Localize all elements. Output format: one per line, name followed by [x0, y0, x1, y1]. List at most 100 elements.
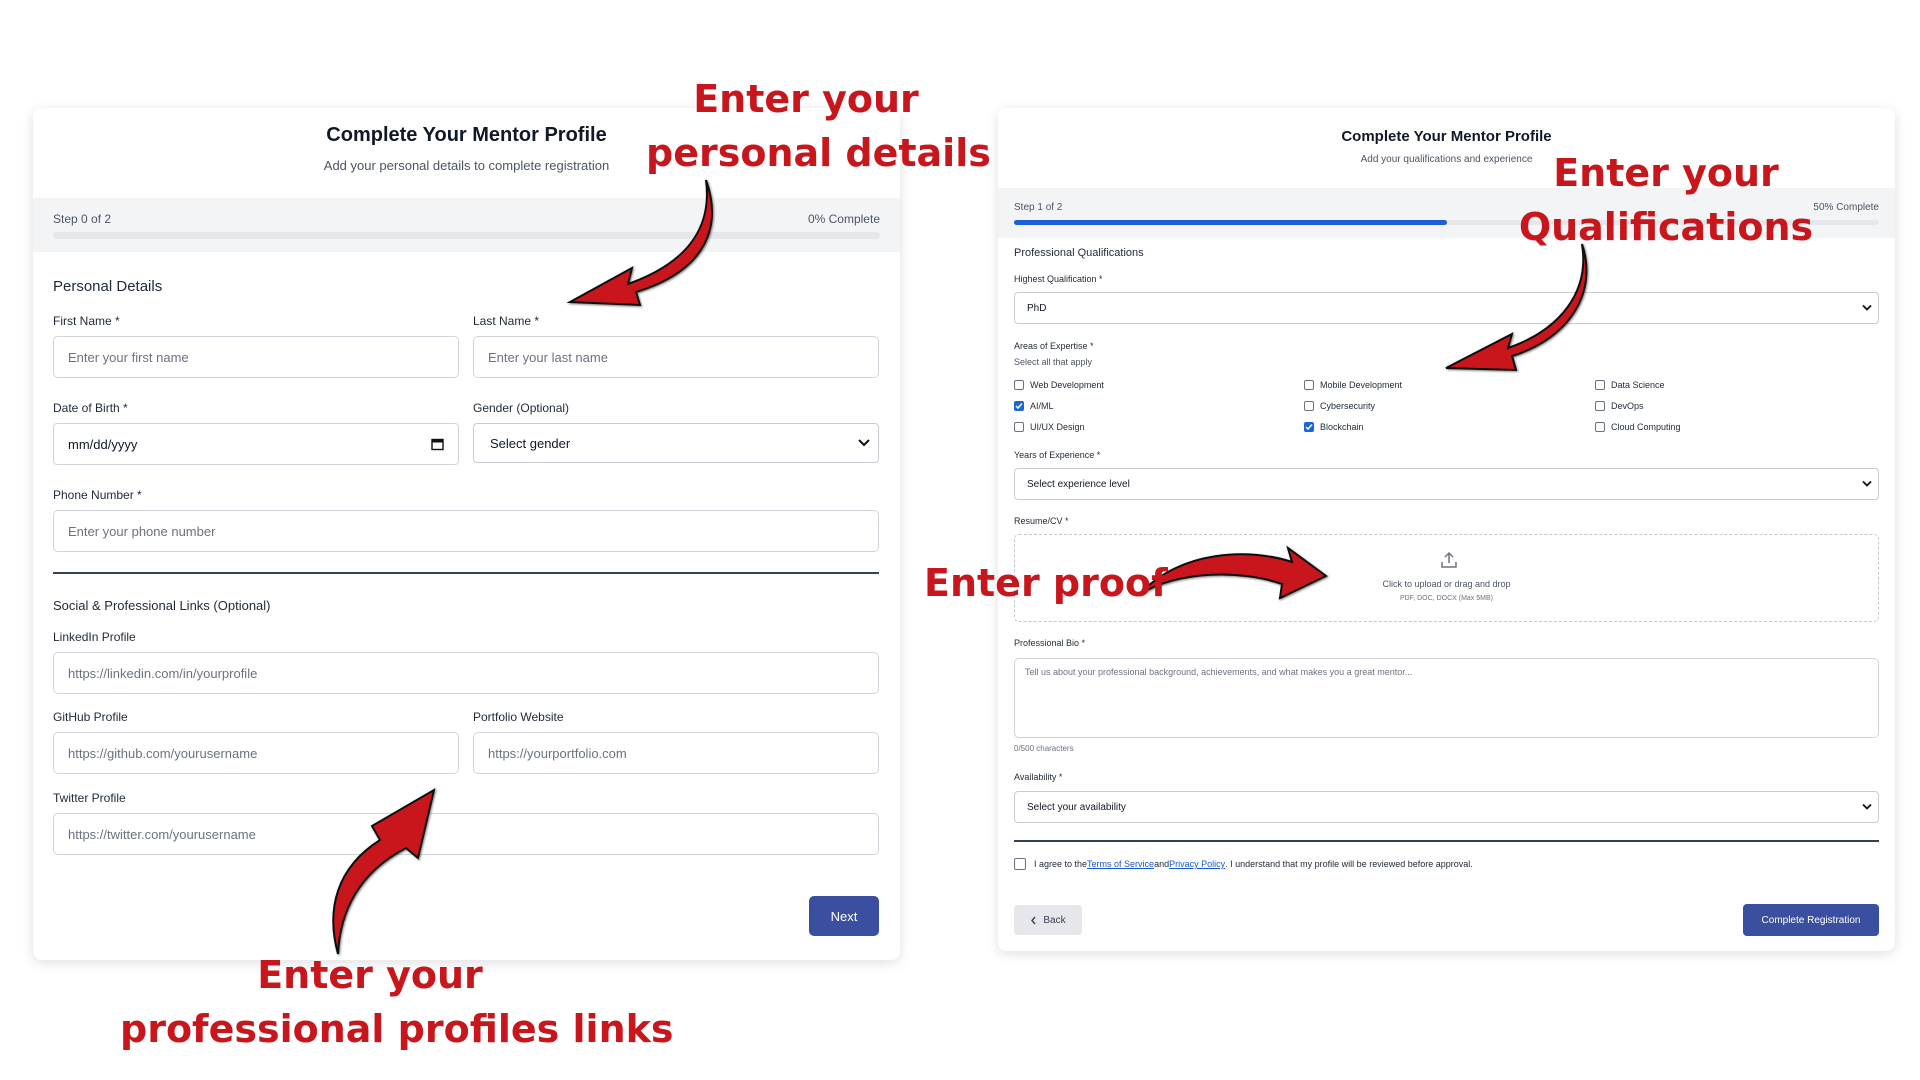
calendar-icon[interactable]: [431, 438, 444, 451]
portfolio-label: Portfolio Website: [473, 710, 564, 724]
terms-of-service-link[interactable]: Terms of Service: [1087, 859, 1154, 869]
dob-value: mm/dd/yyyy: [68, 436, 138, 452]
last-name-label: Last Name *: [473, 314, 540, 328]
expertise-option[interactable]: Web Development: [1014, 380, 1104, 390]
github-label: GitHub Profile: [53, 710, 128, 724]
twitter-label: Twitter Profile: [53, 791, 126, 805]
checkbox-unchecked[interactable]: [1304, 380, 1314, 390]
terms-text-mid: and: [1154, 859, 1170, 869]
left-progress-bar: [53, 232, 880, 239]
experience-value: Select experience level: [1027, 478, 1130, 490]
annotation-qualifications-line1: Enter your: [1553, 151, 1779, 195]
annotation-personal-details: Enter your personal details: [646, 72, 991, 180]
annotation-qualifications-line2: Qualifications: [1518, 205, 1814, 249]
left-step-indicator: Step 0 of 2: [53, 212, 112, 226]
upload-icon: [1441, 551, 1457, 568]
checkbox-checked[interactable]: [1014, 401, 1024, 411]
terms-agreement: I agree to the Terms of Service and Priv…: [1014, 858, 1473, 870]
twitter-input[interactable]: [53, 813, 879, 855]
right-step-indicator: Step 1 of 2: [1014, 202, 1063, 213]
annotation-profile-links: Enter your professional profiles links: [120, 948, 674, 1056]
qualification-select[interactable]: PhD: [1014, 292, 1879, 324]
social-links-heading: Social & Professional Links (Optional): [53, 598, 271, 613]
annotation-links-line1: Enter your: [257, 953, 483, 997]
annotation-personal-line2: personal details: [646, 131, 991, 175]
resume-label: Resume/CV *: [1014, 516, 1069, 526]
phone-label: Phone Number *: [53, 488, 142, 502]
first-name-label: First Name *: [53, 314, 120, 328]
expertise-option-label: Data Science: [1611, 380, 1665, 390]
expertise-option-label: Web Development: [1030, 380, 1104, 390]
expertise-option-label: UI/UX Design: [1030, 422, 1085, 432]
expertise-option[interactable]: Data Science: [1595, 380, 1665, 390]
expertise-option[interactable]: Blockchain: [1304, 422, 1364, 432]
checkbox-unchecked[interactable]: [1014, 422, 1024, 432]
experience-label: Years of Experience *: [1014, 450, 1101, 460]
annotation-qualifications: Enter your Qualifications: [1516, 146, 1816, 254]
annotation-links-line2: professional profiles links: [120, 1007, 674, 1051]
annotation-proof: Enter proof: [924, 561, 1168, 605]
linkedin-input[interactable]: [53, 652, 879, 694]
chevron-down-icon: [1862, 304, 1872, 311]
dob-label: Date of Birth *: [53, 401, 128, 415]
linkedin-label: LinkedIn Profile: [53, 630, 136, 644]
next-button[interactable]: Next: [809, 896, 879, 936]
expertise-option-label: Cloud Computing: [1611, 422, 1681, 432]
complete-registration-button[interactable]: Complete Registration: [1743, 904, 1879, 936]
chevron-down-icon: [858, 439, 870, 447]
checkbox-unchecked[interactable]: [1595, 401, 1605, 411]
expertise-option[interactable]: AI/ML: [1014, 401, 1054, 411]
availability-value: Select your availability: [1027, 801, 1126, 813]
right-section-divider: [1014, 840, 1879, 842]
expertise-option[interactable]: Cybersecurity: [1304, 401, 1375, 411]
complete-registration-label: Complete Registration: [1761, 914, 1861, 926]
bio-character-counter: 0/500 characters: [1014, 744, 1074, 753]
personal-details-panel: Complete Your Mentor Profile Add your pe…: [33, 108, 900, 960]
left-percent-complete: 0% Complete: [807, 212, 880, 226]
expertise-option-label: DevOps: [1611, 401, 1644, 411]
expertise-option-label: Cybersecurity: [1320, 401, 1376, 411]
github-input[interactable]: [53, 732, 459, 774]
expertise-option[interactable]: Cloud Computing: [1595, 422, 1681, 432]
expertise-option[interactable]: Mobile Development: [1304, 380, 1402, 390]
gender-label: Gender (Optional): [473, 401, 570, 415]
checkbox-unchecked[interactable]: [1014, 380, 1024, 390]
right-page-title: Complete Your Mentor Profile: [1341, 128, 1552, 145]
personal-details-heading: Personal Details: [53, 278, 163, 295]
terms-text-post: . I understand that my profile will be r…: [1225, 859, 1473, 869]
availability-select[interactable]: Select your availability: [1014, 791, 1879, 823]
experience-select[interactable]: Select experience level: [1014, 468, 1879, 500]
right-percent-complete: 50% Complete: [1813, 202, 1879, 213]
left-progress-section: Step 0 of 2 0% Complete: [33, 198, 900, 252]
checkbox-unchecked[interactable]: [1595, 380, 1605, 390]
expertise-option-label: Mobile Development: [1320, 380, 1403, 390]
qualification-label: Highest Qualification *: [1014, 274, 1103, 284]
expertise-option-label: AI/ML: [1030, 401, 1054, 411]
availability-label: Availability *: [1014, 772, 1063, 782]
chevron-down-icon: [1862, 803, 1872, 810]
checkbox-checked[interactable]: [1304, 422, 1314, 432]
chevron-down-icon: [1862, 480, 1872, 487]
expertise-option[interactable]: UI/UX Design: [1014, 422, 1085, 432]
dob-input[interactable]: mm/dd/yyyy: [53, 423, 459, 465]
bio-textarea[interactable]: [1014, 658, 1879, 738]
back-label: Back: [1043, 914, 1066, 926]
terms-text-pre: I agree to the: [1034, 859, 1088, 869]
gender-select[interactable]: Select gender: [473, 423, 879, 463]
expertise-option[interactable]: DevOps: [1595, 401, 1644, 411]
gender-value: Select gender: [490, 435, 571, 451]
qualification-value: PhD: [1027, 302, 1047, 314]
expertise-hint: Select all that apply: [1014, 357, 1093, 367]
first-name-input[interactable]: [53, 336, 459, 378]
privacy-policy-link[interactable]: Privacy Policy: [1169, 859, 1225, 869]
terms-checkbox[interactable]: [1014, 858, 1026, 870]
checkbox-unchecked[interactable]: [1595, 422, 1605, 432]
last-name-input[interactable]: [473, 336, 879, 378]
phone-input[interactable]: [53, 510, 879, 552]
right-progress-fill: [1014, 220, 1447, 225]
back-button[interactable]: Back: [1014, 905, 1082, 935]
bio-label: Professional Bio *: [1014, 638, 1086, 648]
checkbox-unchecked[interactable]: [1304, 401, 1314, 411]
section-divider: [53, 572, 879, 574]
portfolio-input[interactable]: [473, 732, 879, 774]
